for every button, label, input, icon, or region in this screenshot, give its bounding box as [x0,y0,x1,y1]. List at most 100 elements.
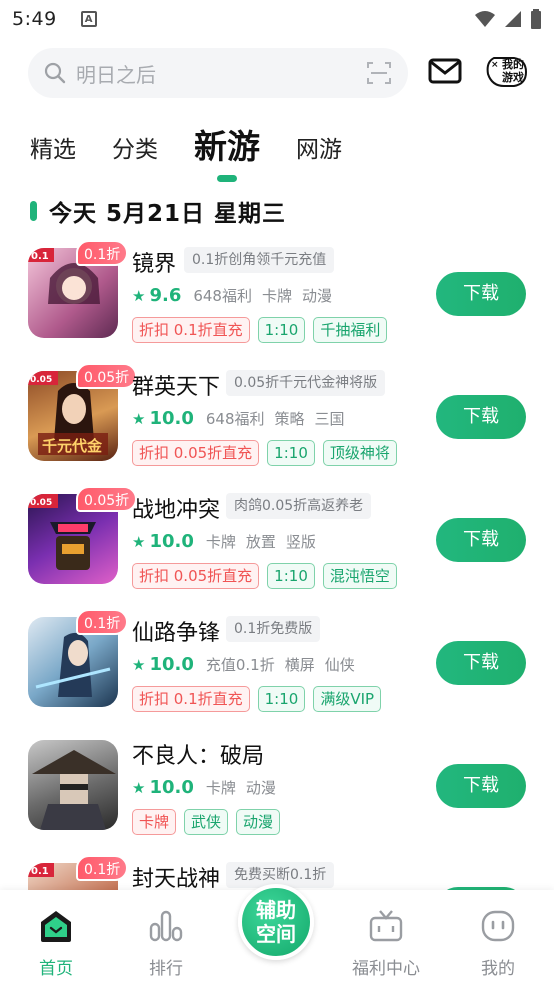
feature-tag: 1:10 [257,317,306,343]
tab-online-games[interactable]: 网游 [296,130,342,178]
download-button[interactable]: 下载 [436,764,526,808]
meta-tag: 卡牌 [205,779,236,797]
tab-new-games[interactable]: 新游 [194,120,260,182]
feature-tag: 1:10 [257,686,306,712]
my-games-button[interactable]: × 我的 游戏 [484,52,530,92]
feature-tag: 折扣 0.1折直充 [132,686,250,712]
meta-tag: 三国 [314,410,345,428]
nav-home[interactable]: 首页 [16,908,96,979]
search-placeholder: 明日之后 [76,62,156,87]
nav-profile[interactable]: 我的 [458,908,538,979]
tag-row: 折扣 0.05折直充 1:10 混沌悟空 [132,563,405,589]
game-name: 仙路争锋 [132,621,221,646]
feature-tag: 1:10 [267,440,315,466]
date-heading: 今天 5月21日 星期三 [30,194,286,228]
game-list: 0.1 0.1折 镜界 0.1折创角领千元充值 ★ 9.6 648福利 卡牌 动… [0,240,554,890]
scan-icon[interactable] [366,60,392,86]
game-icon[interactable] [28,740,118,830]
assistant-space-button[interactable]: 辅助 空间 [238,884,314,960]
list-item[interactable]: 0.05 0.05折 战地冲突 肉鸽0.05折高返养老 ★ 10.0 卡牌 放置… [0,486,554,596]
nav-label: 首页 [39,959,73,979]
status-indicators [474,9,542,29]
discount-badge: 0.05折 [76,486,138,512]
tab-categories[interactable]: 分类 [112,130,158,178]
meta-tag: 竖版 [285,533,316,551]
meta-tag: 充值0.1折 [205,656,275,674]
mail-icon[interactable] [428,58,462,84]
star-icon: ★ [132,286,146,305]
discount-badge: 0.1折 [76,240,129,266]
game-name: 镜界 [132,252,177,277]
game-rating: 10.0 [149,654,194,675]
home-icon [41,911,71,942]
feature-tag: 折扣 0.05折直充 [132,563,260,589]
list-item[interactable]: 千元代金 0.05 0.05折 群英天下 0.05折千元代金神将版 ★ 10.0 … [0,363,554,473]
svg-text:0.05: 0.05 [30,498,52,508]
tab-featured[interactable]: 精选 [30,130,76,178]
game-slogan: 0.1折免费版 [226,616,321,642]
meta-tag: 动漫 [245,779,276,797]
list-item[interactable]: 不良人：破局 ★ 10.0 卡牌 动漫 卡牌 武侠 动漫 下载 [0,732,554,842]
meta-tag: 仙侠 [324,656,355,674]
hat-warrior-art-icon [32,750,116,830]
active-tab-indicator [217,175,237,182]
game-meta: ★ 10.0 卡牌 放置 竖版 [132,531,326,552]
feature-tag: 满级VIP [313,686,382,712]
meta-tag: 卡牌 [205,533,236,551]
game-slogan: 0.1折创角领千元充值 [184,247,335,273]
star-icon: ★ [132,532,146,551]
profile-face-icon [481,910,515,942]
game-meta: ★ 10.0 648福利 策略 三国 [132,408,355,429]
game-meta: ★ 10.0 卡牌 动漫 [132,777,286,798]
feature-tag: 武侠 [184,809,229,835]
meta-tag: 横屏 [284,656,315,674]
star-icon: ★ [132,409,146,428]
feature-tag: 折扣 0.05折直充 [132,440,260,466]
nav-ranking[interactable]: 排行 [126,908,206,979]
game-name: 不良人：破局 [132,744,265,769]
meta-tag: 动漫 [302,287,333,305]
search-icon [44,62,66,84]
tag-row: 折扣 0.05折直充 1:10 顶级神将 [132,440,405,466]
feature-tag: 动漫 [236,809,281,835]
bottom-navigation: 首页 排行 辅助 空间 福利中心 我的 [0,884,554,984]
download-button[interactable]: 下载 [436,395,526,439]
top-header: 明日之后 × 我的 游戏 [0,46,554,100]
tag-row: 卡牌 武侠 动漫 [132,809,288,835]
date-accent-bar [30,201,37,221]
game-rating: 9.6 [149,285,182,306]
game-name: 群英天下 [132,375,221,400]
download-button[interactable]: 下载 [436,518,526,562]
meta-tag: 648福利 [193,287,252,305]
feature-tag: 顶级神将 [322,440,397,466]
nav-label: 福利中心 [352,959,420,979]
game-slogan: 肉鸽0.05折高返养老 [226,493,372,519]
svg-text:0.1: 0.1 [31,866,49,877]
ranking-icon [149,910,183,942]
list-item[interactable]: 0.1 0.1折 镜界 0.1折创角领千元充值 ★ 9.6 648福利 卡牌 动… [0,240,554,350]
notification-a-icon: A [80,11,97,27]
meta-tag: 放置 [245,533,276,551]
download-button[interactable]: 下载 [436,641,526,685]
battery-icon [531,9,541,29]
feature-tag: 折扣 0.1折直充 [132,317,250,343]
tag-row: 折扣 0.1折直充 1:10 满级VIP [132,686,389,712]
nav-welfare-center[interactable]: 福利中心 [346,908,426,979]
status-time: 5:49 [12,8,57,30]
svg-text:千元代金: 千元代金 [42,437,103,455]
meta-tag: 卡牌 [261,287,292,305]
svg-text:0.05: 0.05 [30,375,52,385]
category-tabs: 精选 分类 新游 网游 [30,118,378,182]
download-button[interactable]: 下载 [436,272,526,316]
list-item[interactable]: 0.1折 仙路争锋 0.1折免费版 ★ 10.0 充值0.1折 横屏 仙侠 折扣… [0,609,554,719]
game-name: 封天战神 [132,867,221,890]
status-bar: 5:49 A [0,0,554,38]
game-slogan: 0.05折千元代金神将版 [226,370,386,396]
nav-label: 排行 [149,959,183,979]
game-rating: 10.0 [149,531,194,552]
star-icon: ★ [132,655,146,674]
cellular-signal-icon [505,11,521,27]
feature-tag: 1:10 [267,563,315,589]
game-meta: ★ 10.0 充值0.1折 横屏 仙侠 [132,654,365,675]
search-bar[interactable]: 明日之后 [28,48,408,98]
